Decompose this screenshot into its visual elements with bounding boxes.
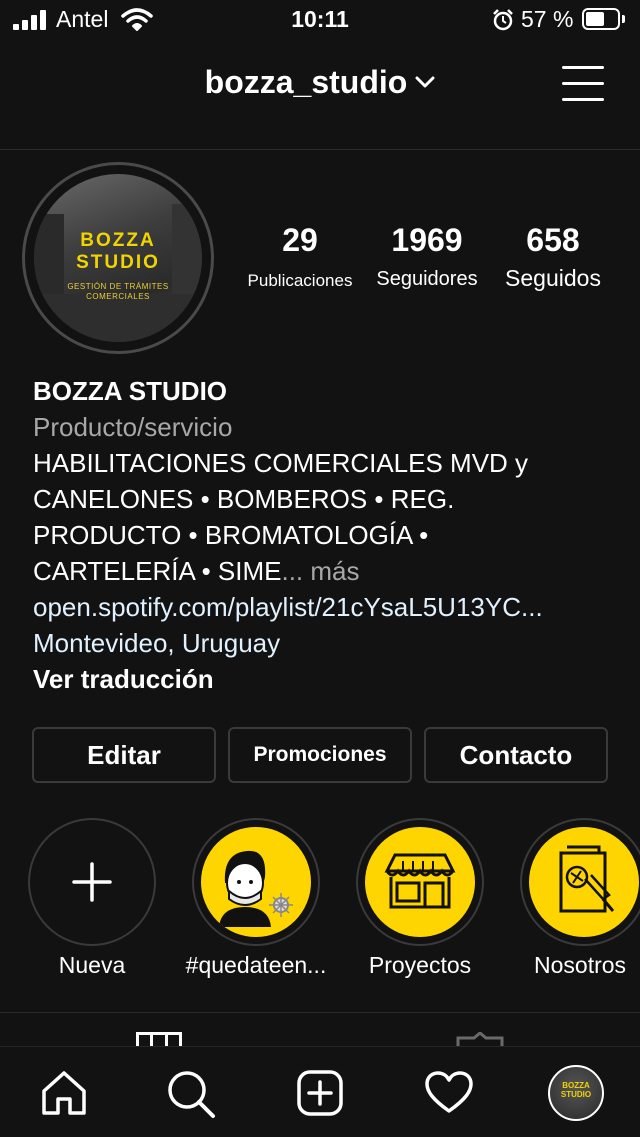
stat-following[interactable]: 658 Seguidos: [493, 222, 613, 292]
profile-location[interactable]: Montevideo, Uruguay: [33, 628, 280, 659]
highlight-label: Nueva: [58, 952, 126, 978]
tabs-divider: [0, 1012, 640, 1013]
avatar-subtitle-line1: GESTIÓN DE TRÁMITES: [67, 282, 169, 291]
tagged-icon[interactable]: [456, 1032, 504, 1046]
promotions-label: Promociones: [253, 743, 387, 766]
drawing-board-icon: [559, 845, 615, 913]
highlight-new[interactable]: [28, 818, 156, 946]
stat-posts-label: Publicaciones: [247, 271, 353, 290]
storefront-icon: [384, 853, 456, 909]
search-icon[interactable]: [166, 1069, 216, 1119]
username: bozza_studio: [204, 64, 408, 100]
stat-posts[interactable]: 29 Publicaciones: [240, 222, 360, 291]
profile-category: Producto/servicio: [33, 412, 233, 442]
stat-following-label: Seguidos: [505, 265, 601, 291]
stat-followers[interactable]: 1969 Seguidores: [367, 222, 487, 291]
bio-line: HABILITACIONES COMERCIALES MVD y: [33, 448, 529, 478]
chevron-down-icon: [415, 76, 435, 88]
battery-percentage: 57 %: [521, 6, 574, 32]
stat-followers-value: 1969: [391, 222, 463, 258]
profile-link[interactable]: open.spotify.com/playlist/21cYsaL5U13YC.…: [33, 592, 543, 623]
highlight-cover: [529, 827, 639, 937]
contact-button[interactable]: Contacto: [424, 727, 608, 783]
bio-line: CANELONES • BOMBEROS • REG.: [33, 484, 455, 514]
activity-heart-icon[interactable]: [424, 1071, 474, 1115]
battery-icon: [582, 8, 626, 32]
header-divider: [0, 149, 640, 150]
profile-name: BOZZA STUDIO: [33, 376, 228, 406]
username-switcher[interactable]: bozza_studio: [0, 64, 640, 101]
highlight-cover: [201, 827, 311, 937]
promotions-button[interactable]: Promociones: [228, 727, 412, 783]
more-link[interactable]: más: [310, 556, 359, 586]
profile-avatar[interactable]: BOZZA STUDIO GESTIÓN DE TRÁMITES COMERCI…: [34, 174, 202, 342]
profile-avatar-icon[interactable]: BOZZA STUDIO: [548, 1065, 604, 1121]
bio-line-truncated: CARTELERÍA • SIME... más: [33, 556, 360, 587]
bio-ellipsis: ...: [281, 556, 304, 586]
highlight-cover: [365, 827, 475, 937]
status-bar: Antel 10:11 57 %: [0, 0, 640, 40]
bottom-tab-bar: BOZZA STUDIO: [0, 1046, 640, 1137]
hamburger-menu-icon[interactable]: [562, 66, 604, 102]
stat-following-value: 658: [526, 222, 580, 258]
avatar-title-line2: STUDIO: [76, 252, 160, 273]
bio-line: CARTELERÍA • SIME: [33, 556, 282, 586]
highlight-label: #quedateen...: [185, 952, 327, 978]
plus-icon: [72, 862, 112, 902]
grid-icon[interactable]: [136, 1032, 182, 1046]
alarm-icon: [493, 9, 513, 31]
contact-label: Contacto: [459, 739, 573, 770]
highlight-label: Nosotros: [534, 952, 627, 978]
translate-link[interactable]: Ver traducción: [33, 664, 214, 695]
edit-profile-button[interactable]: Editar: [32, 727, 216, 783]
home-icon[interactable]: [40, 1069, 88, 1117]
bio-line: PRODUCTO • BROMATOLOGÍA •: [33, 520, 429, 550]
highlight-label: Proyectos: [368, 952, 472, 978]
stat-posts-value: 29: [282, 222, 318, 258]
edit-profile-label: Editar: [87, 739, 161, 770]
stat-followers-label: Seguidores: [376, 268, 478, 290]
new-post-icon[interactable]: [296, 1069, 344, 1117]
masked-person-icon: [219, 850, 293, 927]
avatar-subtitle-line2: COMERCIALES: [86, 292, 150, 301]
avatar-title-line1: BOZZA: [80, 230, 156, 251]
